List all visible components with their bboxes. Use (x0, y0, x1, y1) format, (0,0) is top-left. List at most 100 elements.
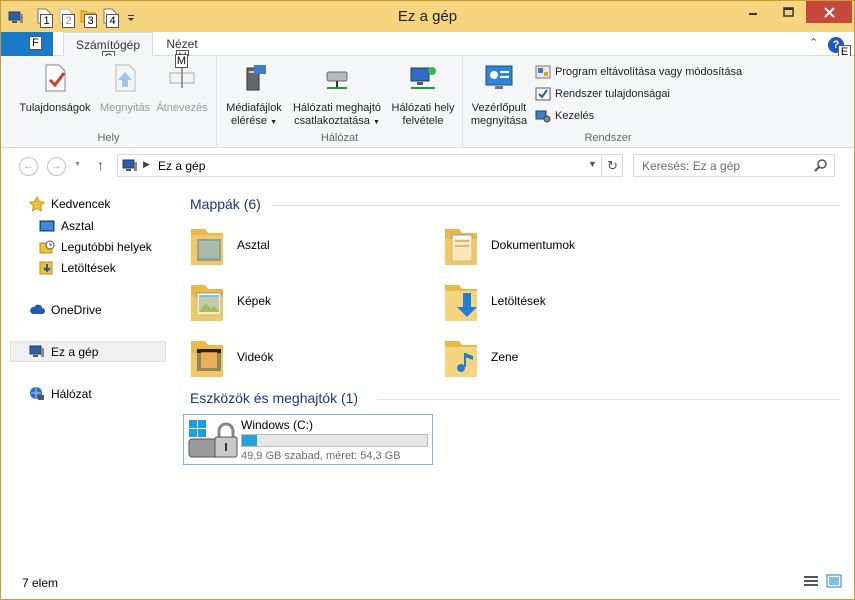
close-icon (823, 6, 835, 18)
address-bar[interactable]: ▶ Ez a gép ▼ ↻ (117, 154, 623, 177)
details-view-icon[interactable] (803, 574, 819, 588)
group-network-label: Hálózat (320, 132, 359, 144)
navigation-bar: ← → ▼ ↑ ▶ Ez a gép ▼ ↻ Keresés: Ez a gép (1, 148, 854, 184)
folder-label: Letöltések (491, 294, 546, 308)
star-icon (29, 196, 45, 212)
nav-item-downloads[interactable]: Letöltések (39, 260, 116, 276)
nav-item-desktop[interactable]: Asztal (39, 218, 94, 234)
media-server-icon (246, 65, 266, 91)
group-system-label: Rendszer (584, 132, 632, 144)
folder-desktop[interactable]: Asztal (187, 221, 270, 269)
group-location-label: Hely (97, 132, 120, 144)
refresh-button[interactable]: ↻ (601, 155, 623, 176)
recent-places-icon (39, 240, 55, 254)
rename-button[interactable]: Átnevezés M (154, 54, 210, 115)
folder-pictures[interactable]: Képek (187, 277, 271, 325)
explorer-window: 1 2 3 4 Ez a gép F Számítógép Nézet ⌃ ? … (0, 0, 855, 600)
system-properties-label: Rendszer tulajdonságai (555, 88, 670, 100)
minimize-button[interactable] (737, 1, 768, 23)
desktop-icon (39, 220, 55, 232)
title-bar: 1 2 3 4 Ez a gép (1, 1, 854, 32)
large-icons-view-icon[interactable] (826, 574, 842, 588)
folder-label: Dokumentumok (491, 238, 576, 252)
folder-label: Képek (237, 294, 272, 308)
maximize-button[interactable] (773, 1, 804, 23)
nav-item-recent[interactable]: Legutóbbi helyek (39, 239, 152, 255)
properties-label: Tulajdonságok (19, 102, 91, 114)
folder-videos[interactable]: Videók (187, 333, 273, 381)
drive-space-info: 49,9 GB szabad, méret: 54,3 GB (241, 450, 401, 462)
folder-label: Zene (491, 350, 519, 364)
arrow-left-icon: ← (23, 160, 34, 172)
properties-button[interactable]: Tulajdonságok (15, 62, 95, 115)
uninstall-program-button[interactable]: Program eltávolítása vagy módosítása (535, 64, 742, 80)
item-count: 7 elem (22, 576, 59, 590)
map-network-drive-button[interactable]: Hálózati meghajtó csatlakoztatása ▼ (287, 62, 387, 129)
folder-music[interactable]: Zene (441, 333, 518, 381)
folder-label: Asztal (237, 238, 270, 252)
manage-button[interactable]: Kezelés (535, 108, 594, 124)
breadcrumb-chevron-icon[interactable]: ▶ (143, 159, 150, 170)
music-folder-icon (445, 341, 477, 377)
nav-item-network[interactable]: Hálózat (29, 386, 92, 402)
open-icon (115, 64, 136, 92)
manage-label: Kezelés (555, 110, 595, 122)
cloud-icon (30, 304, 45, 314)
window-title: Ez a gép (397, 8, 458, 25)
add-network-location-button[interactable]: Hálózati hely felvétele (387, 62, 459, 128)
tab-computer[interactable]: Számítógép C (63, 32, 153, 65)
chevron-down-icon: ▼ (372, 119, 380, 126)
group-divider (377, 399, 840, 400)
programs-icon (535, 65, 551, 79)
nav-item-favorites[interactable]: Kedvencek (29, 196, 110, 212)
documents-folder-icon (445, 229, 477, 265)
nav-label: Hálózat (51, 387, 92, 401)
up-button[interactable]: ↑ (97, 157, 104, 173)
desktop-folder-icon (191, 229, 223, 265)
media-access-label-2: elérése (230, 115, 268, 127)
back-button[interactable]: ← (19, 157, 38, 176)
forward-button[interactable]: → (47, 157, 66, 176)
navigation-pane: Kedvencek Asztal Legutóbbi helyek Letölt… (1, 184, 167, 567)
media-access-button[interactable]: Médiafájlok elérése ▼ (221, 62, 287, 129)
nav-item-this-pc[interactable]: Ez a gép (29, 344, 98, 360)
tab-computer-label: Számítógép (75, 38, 141, 52)
nav-label: Legutóbbi helyek (61, 240, 152, 254)
group-divider (272, 205, 840, 206)
add-location-label-1: Hálózati hely (391, 102, 455, 114)
devices-group-header[interactable]: Eszközök és meghajtók (1) (190, 390, 358, 406)
nav-item-onedrive[interactable]: OneDrive (29, 302, 102, 318)
search-input[interactable]: Keresés: Ez a gép (642, 159, 740, 173)
manage-icon (535, 110, 551, 123)
search-icon[interactable] (814, 158, 828, 172)
computer-icon (122, 159, 137, 171)
nav-label: Letöltések (61, 261, 116, 275)
control-panel-icon (485, 65, 513, 89)
network-drive-icon (326, 71, 348, 89)
group-location: Tulajdonságok Megnyitás Átnevezés M Hely (1, 54, 217, 148)
ribbon-collapse-icon[interactable]: ⌃ (809, 36, 818, 49)
address-dropdown-icon[interactable]: ▼ (588, 159, 597, 169)
folders-group-header[interactable]: Mappák (6) (190, 196, 261, 212)
control-panel-button[interactable]: Vezérlőpult megnyitása (467, 62, 531, 128)
ribbon-tabs: F Számítógép C Nézet V ⌃ ? E (1, 32, 854, 65)
drive-name: Windows (C:) (241, 418, 314, 432)
drive-usage-fill (242, 435, 257, 446)
pictures-folder-icon (191, 285, 223, 321)
folder-documents[interactable]: Dokumentumok (441, 221, 575, 269)
breadcrumb[interactable]: Ez a gép (158, 159, 205, 173)
folder-downloads[interactable]: Letöltések (441, 277, 546, 325)
search-box[interactable]: Keresés: Ez a gép (633, 154, 835, 177)
tab-file[interactable]: F (1, 32, 53, 56)
rename-label: Átnevezés (156, 102, 208, 114)
media-access-label-1: Médiafájlok (226, 102, 282, 114)
downloads-icon (39, 261, 53, 275)
nav-label: Ez a gép (51, 345, 99, 359)
drive-windows-c[interactable]: Windows (C:) 49,9 GB szabad, méret: 54,3… (183, 414, 433, 465)
recent-locations-icon[interactable]: ▼ (74, 161, 81, 168)
close-button[interactable] (806, 1, 852, 23)
network-icon (30, 387, 44, 400)
keytip-rename: M (175, 54, 188, 68)
system-properties-button[interactable]: Rendszer tulajdonságai (535, 86, 670, 102)
open-button[interactable]: Megnyitás (97, 62, 153, 115)
